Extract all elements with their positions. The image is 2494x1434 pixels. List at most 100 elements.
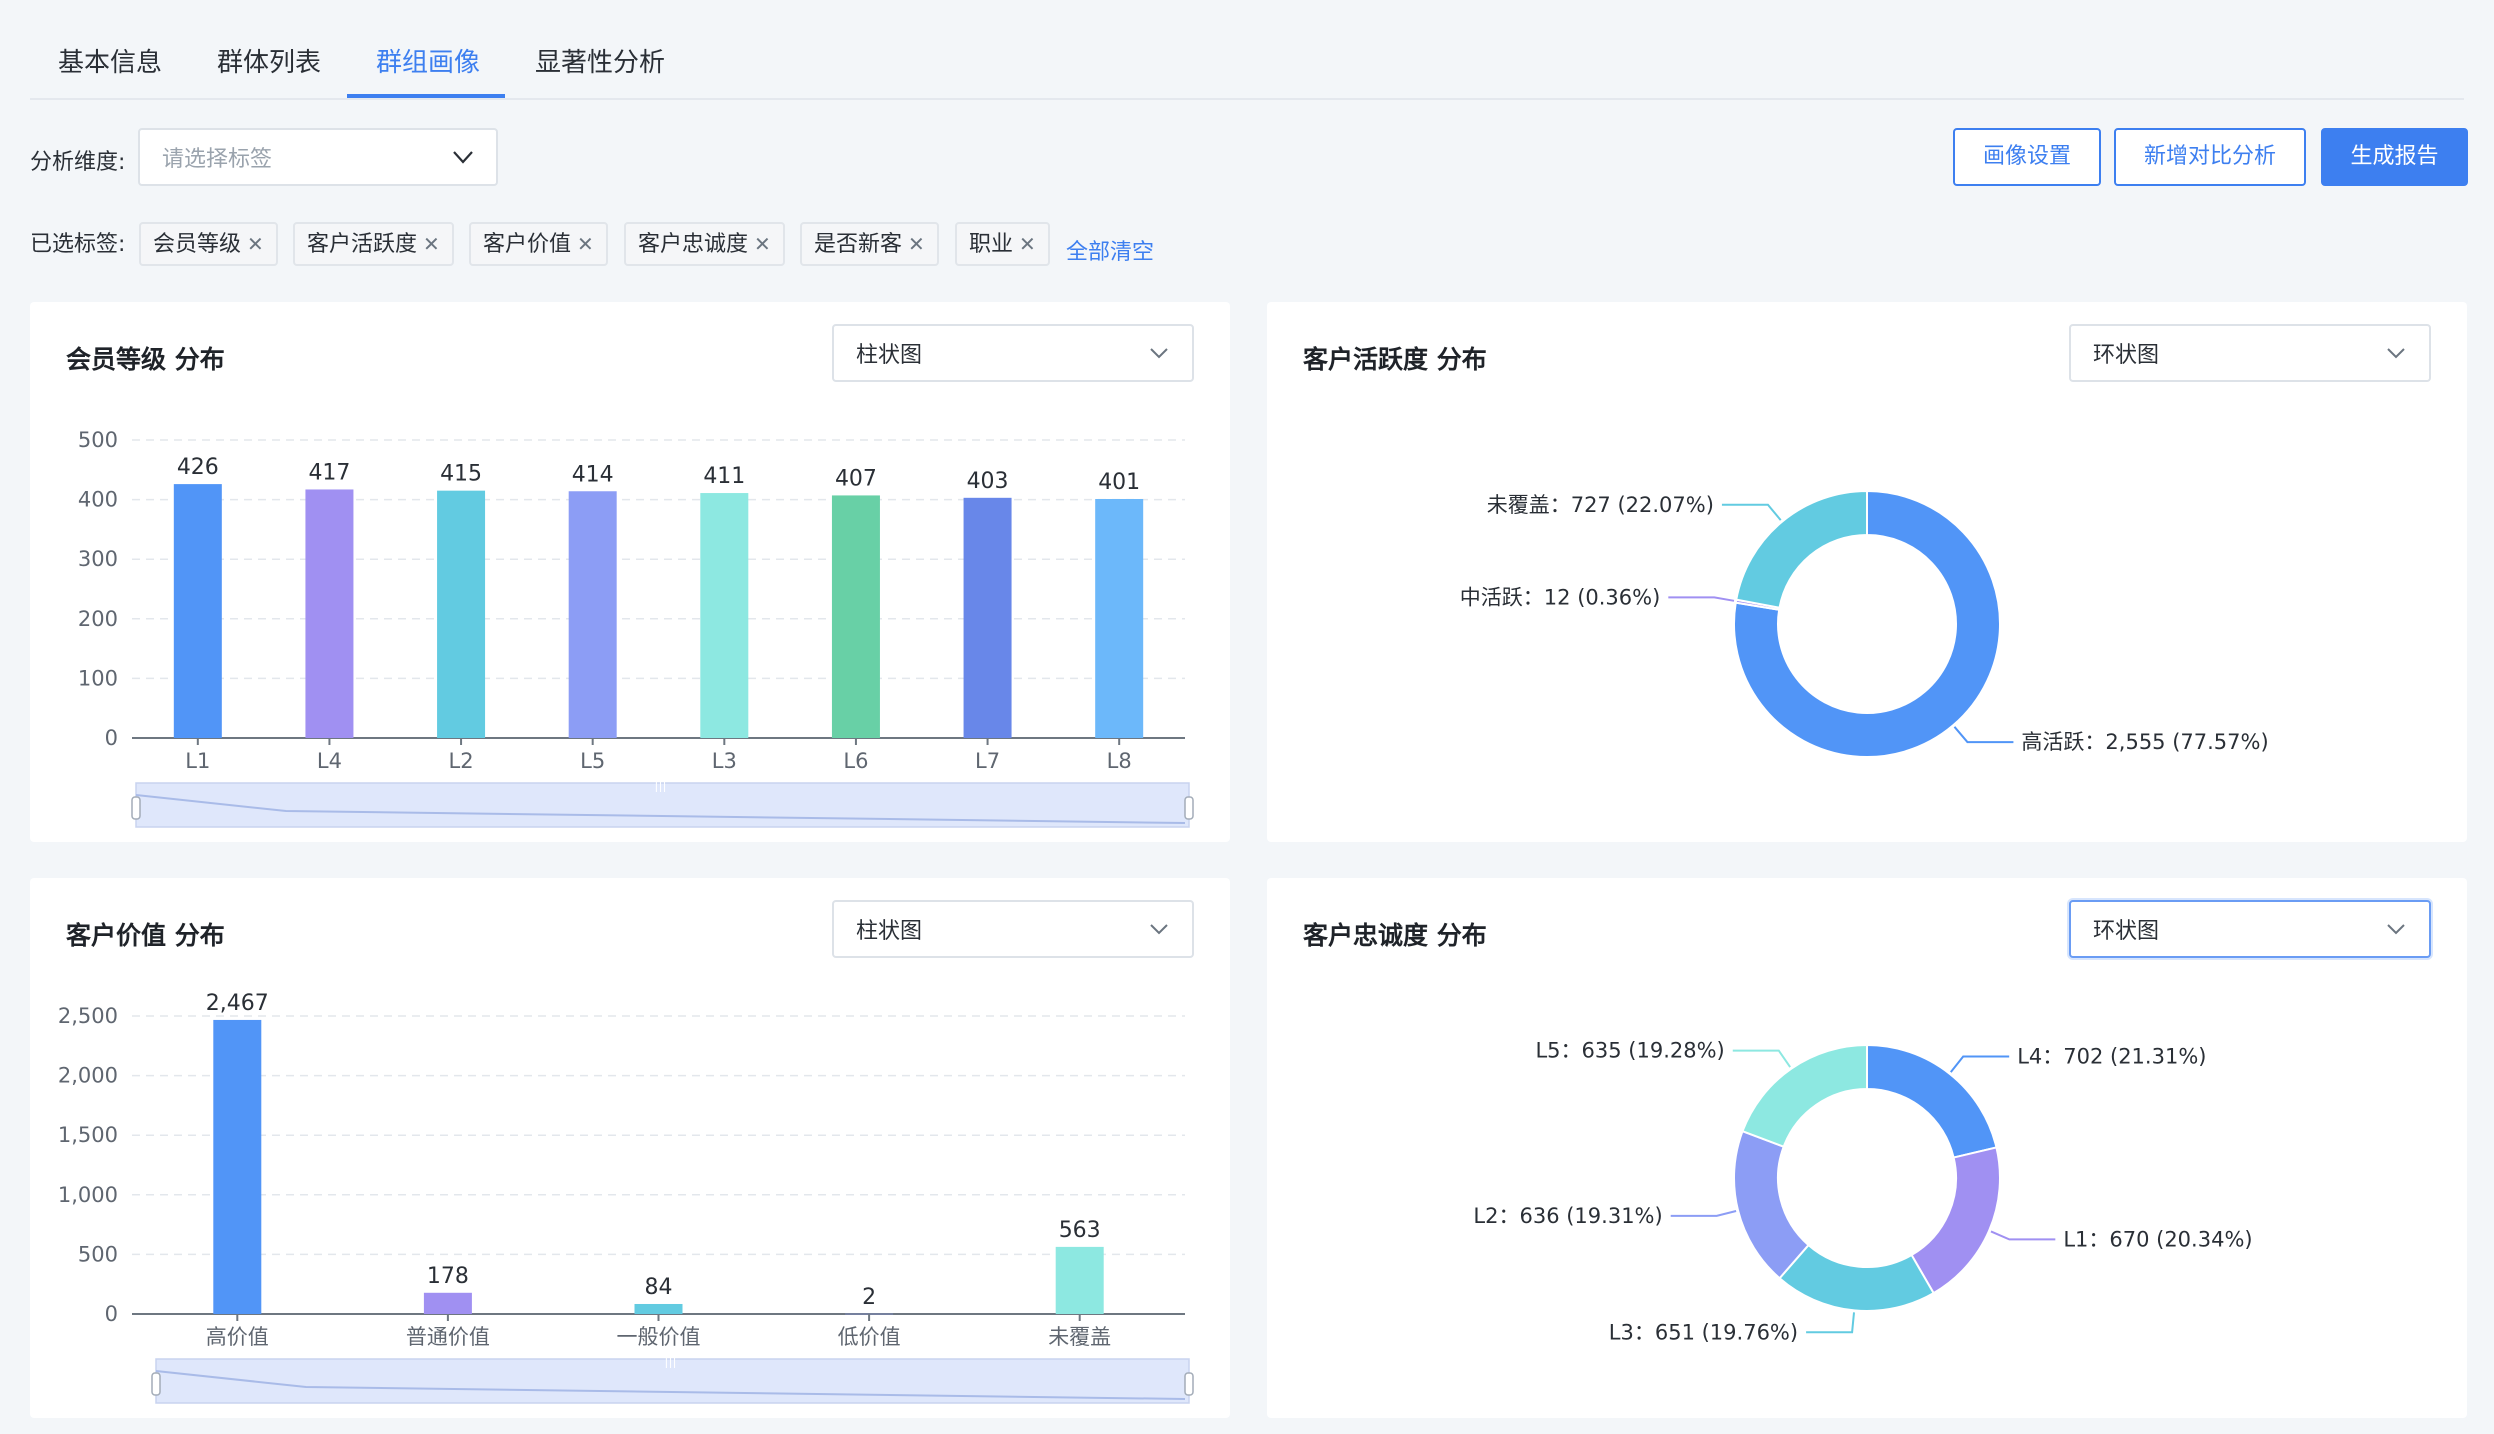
zoom-slider-grip: ||| — [664, 1354, 676, 1368]
y-tick-label: 200 — [78, 607, 118, 631]
x-tick-label: L2 — [449, 749, 474, 773]
close-icon[interactable]: ✕ — [423, 224, 440, 264]
tag-customer-loyalty: 客户忠诚度 ✕ — [624, 222, 785, 266]
x-tick-label: L7 — [975, 749, 1000, 773]
leader-line — [1990, 1230, 2056, 1241]
generate-report-button[interactable]: 生成报告 — [2321, 128, 2468, 186]
tab-basic-info[interactable]: 基本信息 — [58, 42, 162, 79]
tag-label: 客户忠诚度 — [638, 232, 749, 257]
leader-line — [1949, 1055, 2010, 1073]
tab-group-portrait[interactable]: 群组画像 — [376, 42, 480, 79]
tag-label: 会员等级 — [153, 232, 242, 257]
bar-value-label: 414 — [572, 462, 614, 487]
slice-label: L1：670 (20.34%) — [2063, 1227, 2252, 1251]
chevron-down-icon — [453, 151, 473, 164]
bar-value-label: 403 — [967, 469, 1009, 494]
bar — [831, 495, 880, 738]
leader-line — [1732, 1049, 1791, 1068]
bar — [305, 489, 354, 738]
close-icon[interactable]: ✕ — [908, 224, 925, 264]
x-tick-label: 普通价值 — [406, 1325, 490, 1349]
y-tick-label: 1,500 — [58, 1123, 118, 1147]
x-tick-label: L6 — [843, 749, 868, 773]
y-tick-label: 500 — [78, 1242, 118, 1266]
bar — [963, 497, 1012, 738]
leader-line — [1806, 1312, 1856, 1334]
donut-slice — [1778, 1243, 1935, 1312]
x-tick-label: L8 — [1107, 749, 1132, 773]
close-icon[interactable]: ✕ — [247, 224, 264, 264]
y-tick-label: 500 — [78, 428, 118, 452]
bar-value-label: 426 — [177, 455, 219, 480]
leader-line — [1953, 726, 2014, 744]
y-tick-label: 300 — [78, 547, 118, 571]
donut-slice — [1741, 1043, 1868, 1148]
donut-chart: L4：702 (21.31%) L1：670 (20.34%) L3：651 (19… — [1473, 1039, 2252, 1345]
bar — [437, 490, 486, 738]
zoom-slider-handle-right — [1184, 796, 1194, 820]
tab-group-list[interactable]: 群体列表 — [217, 42, 321, 79]
selected-tags-label: 已选标签: — [30, 232, 126, 257]
bar — [568, 491, 617, 738]
tab-significance-analysis[interactable]: 显著性分析 — [535, 42, 665, 79]
close-icon[interactable]: ✕ — [754, 224, 771, 264]
card-customer-value: 客户价值 分布 柱状图 0 500 1,000 1,500 2,000 2,500 2,46… — [30, 878, 1230, 1418]
card-customer-activity: 客户活跃度 分布 环状图 高活跃：2,555 (77.57%) 中活跃：12 (0… — [1267, 302, 2467, 842]
portrait-settings-button[interactable]: 画像设置 — [1953, 128, 2101, 186]
bar-chart: 0 500 1,000 1,500 2,000 2,500 2,467 高价值 178 普通价值 8… — [58, 991, 1194, 1404]
y-tick-label: 100 — [78, 666, 118, 690]
bar-value-label: 407 — [835, 466, 877, 491]
bar-value-label: 411 — [703, 464, 745, 489]
bar — [213, 1019, 262, 1314]
y-tick-label: 2,000 — [58, 1064, 118, 1088]
bar-value-label: 401 — [1098, 470, 1140, 495]
dimension-label: 分析维度: — [30, 150, 126, 175]
x-tick-label: 高价值 — [206, 1325, 269, 1349]
bar-value-label: 84 — [645, 1275, 673, 1300]
y-tick-label: 1,000 — [58, 1183, 118, 1207]
slice-label: 高活跃：2,555 (77.57%) — [2021, 730, 2268, 754]
donut-slice — [1866, 1043, 1998, 1159]
x-tick-label: L5 — [580, 749, 605, 773]
x-tick-label: L1 — [185, 749, 210, 773]
bar — [634, 1303, 683, 1314]
y-tick-label: 2,500 — [58, 1004, 118, 1028]
add-compare-button[interactable]: 新增对比分析 — [2114, 128, 2306, 186]
x-tick-label: 未覆盖 — [1048, 1325, 1111, 1349]
x-tick-label: 一般价值 — [617, 1325, 701, 1349]
tag-customer-value: 客户价值 ✕ — [469, 222, 608, 266]
slice-label: L2：636 (19.31%) — [1473, 1204, 1662, 1228]
zoom-slider-grip: ||| — [654, 778, 666, 792]
bar — [700, 493, 749, 738]
zoom-slider-handle-right — [1184, 1372, 1194, 1396]
x-tick-label: L3 — [712, 749, 737, 773]
bar-value-label: 563 — [1059, 1218, 1101, 1243]
bar — [173, 484, 222, 738]
tab-bar: 基本信息 群体列表 群组画像 显著性分析 — [30, 20, 2464, 100]
x-tick-label: L4 — [317, 749, 342, 773]
close-icon[interactable]: ✕ — [1019, 224, 1036, 264]
y-tick-label: 400 — [78, 488, 118, 512]
bar-value-label: 2,467 — [206, 991, 269, 1016]
slice-label: L5：635 (19.28%) — [1535, 1039, 1724, 1063]
leader-line — [1668, 596, 1735, 602]
dimension-select[interactable]: 请选择标签 — [138, 128, 498, 186]
tag-label: 客户活跃度 — [307, 232, 418, 257]
close-icon[interactable]: ✕ — [577, 224, 594, 264]
slice-label: L4：702 (21.31%) — [2017, 1044, 2206, 1068]
zoom-slider-handle-left — [151, 1372, 161, 1396]
clear-all-link[interactable]: 全部清空 — [1066, 234, 1154, 266]
tag-is-new-customer: 是否新客 ✕ — [800, 222, 939, 266]
bar-value-label: 415 — [440, 462, 482, 487]
donut-slice — [1735, 489, 1868, 609]
slice-label: 未覆盖：727 (22.07%) — [1487, 493, 1714, 517]
zoom-slider-handle-left — [131, 796, 141, 820]
card-member-level: 会员等级 分布 柱状图 0 100 200 300 400 500 426 L1 417 L4 41… — [30, 302, 1230, 842]
tag-label: 职业 — [969, 232, 1014, 257]
y-tick-label: 0 — [105, 726, 118, 750]
bar — [1095, 499, 1144, 738]
x-tick-label: 低价值 — [838, 1325, 901, 1349]
bar-value-label: 2 — [862, 1285, 876, 1310]
bar-value-label: 417 — [308, 460, 350, 485]
tag-customer-activity: 客户活跃度 ✕ — [293, 222, 454, 266]
